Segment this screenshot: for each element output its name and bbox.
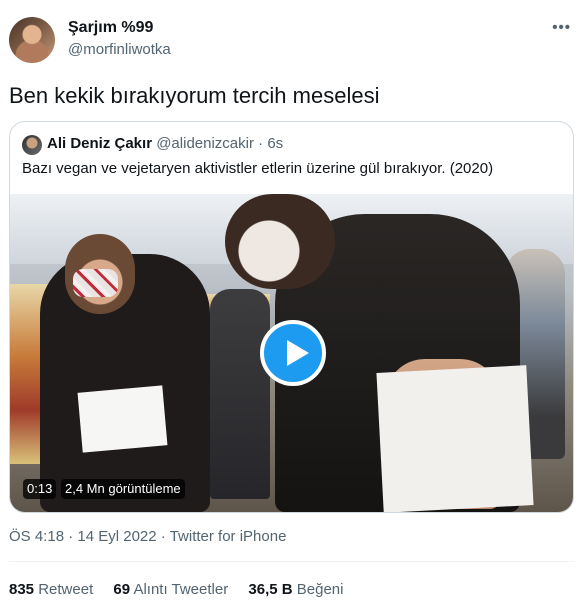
video-views-badge: 2,4 Mn görüntüleme <box>61 479 185 499</box>
quoted-tweet[interactable]: Ali Deniz Çakır @alidenizcakir · 6s Bazı… <box>9 121 574 513</box>
tweet-meta: ÖS 4:18 · 14 Eyl 2022 · Twitter for iPho… <box>9 528 286 545</box>
quoted-author-avatar <box>22 135 42 155</box>
quote-tweets-stat[interactable]: 69 Alıntı Tweetler <box>113 581 232 598</box>
retweet-label: Retweet <box>38 581 94 598</box>
video-player[interactable]: 0:13 2,4 Mn görüntüleme <box>10 194 573 512</box>
retweet-count: 835 <box>9 581 35 598</box>
quoted-author-handle: @alidenizcakir <box>156 135 254 152</box>
quote-tweets-label: Alıntı Tweetler <box>133 581 229 598</box>
meta-separator: · <box>160 528 166 545</box>
meta-separator: · <box>68 528 74 545</box>
face-mask <box>73 269 118 297</box>
quoted-tweet-header: Ali Deniz Çakır @alidenizcakir · 6s <box>47 135 283 152</box>
quoted-tweet-text: Bazı vegan ve vejetaryen aktivistler etl… <box>22 160 494 177</box>
more-dots-icon[interactable]: ••• <box>552 19 571 36</box>
likes-count: 36,5 B <box>248 581 293 598</box>
author-handle[interactable]: @morfinliwotka <box>68 41 171 58</box>
quoted-author-name: Ali Deniz Çakır <box>47 135 153 152</box>
tweet-stats: 835 Retweet 69 Alıntı Tweetler 36,5 B Be… <box>9 581 359 598</box>
quote-tweets-count: 69 <box>113 581 131 598</box>
quoted-tweet-time: 6s <box>267 135 284 152</box>
likes-label: Beğeni <box>296 581 344 598</box>
play-icon[interactable] <box>260 320 326 386</box>
paper-sign <box>77 385 168 453</box>
divider <box>9 561 574 562</box>
author-name[interactable]: Şarjım %99 <box>68 19 153 37</box>
paper-sign <box>376 365 534 512</box>
video-duration-badge: 0:13 <box>23 479 57 499</box>
play-triangle <box>287 340 309 366</box>
video-person <box>210 289 270 499</box>
video-person-head <box>225 194 335 289</box>
author-avatar[interactable] <box>9 17 55 63</box>
tweet-time[interactable]: ÖS 4:18 <box>9 528 64 545</box>
likes-stat[interactable]: 36,5 B Beğeni <box>248 581 343 598</box>
tweet-text: Ben kekik bırakıyorum tercih meselesi <box>9 83 380 108</box>
tweet-source[interactable]: Twitter for iPhone <box>170 528 287 545</box>
header-separator: · <box>258 135 264 152</box>
retweet-stat[interactable]: 835 Retweet <box>9 581 97 598</box>
tweet-date[interactable]: 14 Eyl 2022 <box>77 528 156 545</box>
